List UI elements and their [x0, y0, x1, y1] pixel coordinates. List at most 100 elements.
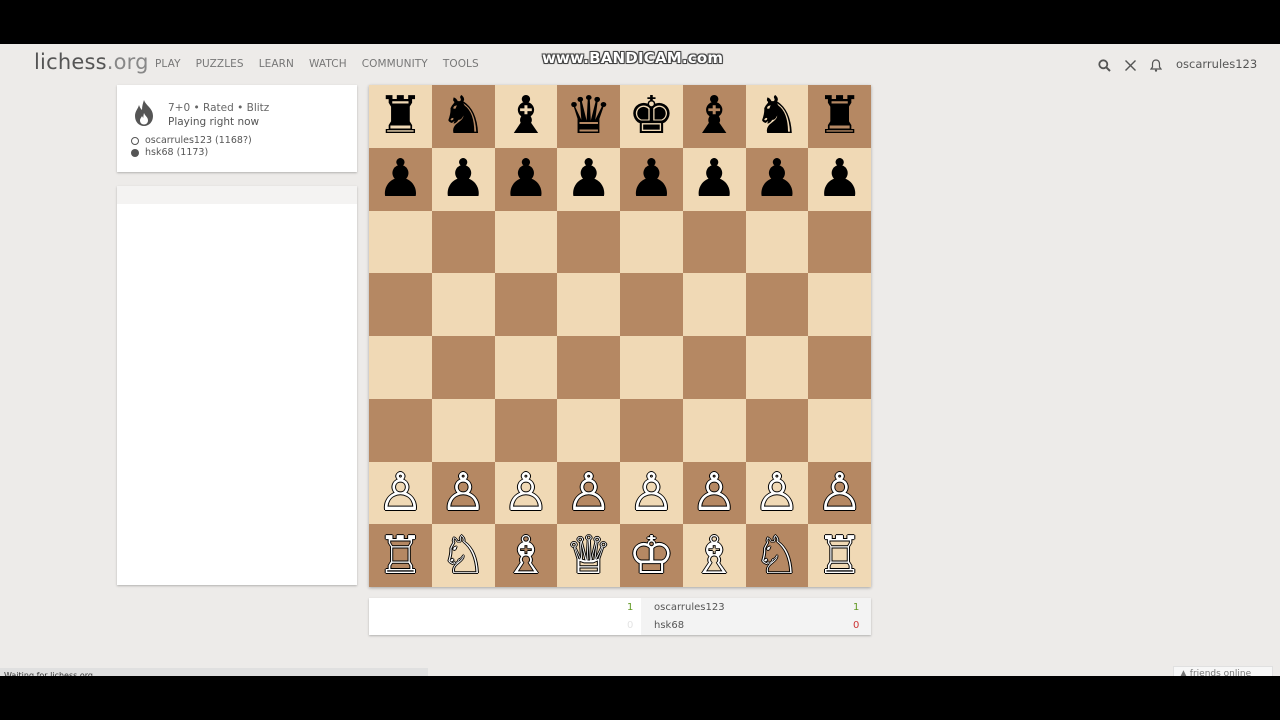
square-e2[interactable]: ♙ [620, 461, 683, 525]
square-h6[interactable] [808, 210, 871, 274]
chess-board[interactable]: ♜ ♞ ♝ ♛ ♚ ♝ ♞ ♜ ♟ ♟ ♟ ♟ ♟ ♟ ♟ ♟ ♙ ♙ ♙ ♙ ♙ ♙ ♙ ♙ ♖ ♘ ♗ ♕ ♔ ♗ ♘ ♖ [369, 85, 871, 587]
black-piece[interactable]: ♝ [691, 90, 738, 142]
square-b5[interactable] [431, 273, 495, 336]
white-piece[interactable]: ♕ [565, 530, 612, 582]
square-c8[interactable]: ♝ [494, 85, 558, 148]
square-d8[interactable]: ♛ [557, 85, 620, 148]
nav-play[interactable]: PLAY [155, 58, 181, 70]
white-piece[interactable]: ♘ [754, 530, 801, 582]
square-c2[interactable]: ♙ [494, 461, 558, 525]
lichess-logo[interactable]: lichess.org [34, 50, 149, 74]
square-g6[interactable] [745, 210, 809, 274]
square-d5[interactable] [557, 273, 620, 336]
black-piece[interactable]: ♟ [565, 153, 612, 205]
black-piece[interactable]: ♞ [754, 90, 801, 142]
square-a5[interactable] [369, 273, 432, 336]
square-g3[interactable] [745, 398, 809, 462]
square-f4[interactable] [682, 336, 746, 399]
white-piece[interactable]: ♖ [816, 530, 863, 582]
score-player-1[interactable]: oscarrules123 [654, 602, 725, 613]
search-icon[interactable] [1096, 57, 1112, 73]
black-piece[interactable]: ♟ [628, 153, 675, 205]
square-g8[interactable]: ♞ [745, 85, 809, 148]
square-a8[interactable]: ♜ [369, 85, 432, 148]
black-piece[interactable]: ♝ [503, 90, 550, 142]
square-e4[interactable] [620, 336, 683, 399]
black-piece[interactable]: ♜ [816, 90, 863, 142]
white-piece[interactable]: ♙ [503, 467, 550, 519]
square-c5[interactable] [494, 273, 558, 336]
square-g7[interactable]: ♟ [745, 147, 809, 211]
black-piece[interactable]: ♛ [565, 90, 612, 142]
black-piece[interactable]: ♟ [754, 153, 801, 205]
square-f3[interactable] [682, 398, 746, 462]
square-b4[interactable] [431, 336, 495, 399]
square-b6[interactable] [431, 210, 495, 274]
square-c4[interactable] [494, 336, 558, 399]
square-a4[interactable] [369, 336, 432, 399]
square-b2[interactable]: ♙ [431, 461, 495, 525]
black-piece[interactable]: ♟ [691, 153, 738, 205]
square-g5[interactable] [745, 273, 809, 336]
square-a2[interactable]: ♙ [369, 461, 432, 525]
square-e1[interactable]: ♔ [620, 524, 683, 587]
white-piece[interactable]: ♖ [377, 530, 424, 582]
white-piece[interactable]: ♙ [377, 467, 424, 519]
square-d6[interactable] [557, 210, 620, 274]
square-h2[interactable]: ♙ [808, 461, 871, 525]
square-d1[interactable]: ♕ [557, 524, 620, 587]
black-piece[interactable]: ♜ [377, 90, 424, 142]
square-a7[interactable]: ♟ [369, 147, 432, 211]
nav-puzzles[interactable]: PUZZLES [196, 58, 244, 70]
square-h3[interactable] [808, 398, 871, 462]
square-h8[interactable]: ♜ [808, 85, 871, 148]
square-f1[interactable]: ♗ [682, 524, 746, 587]
square-g1[interactable]: ♘ [745, 524, 809, 587]
player-white[interactable]: oscarrules123 (1168?) [131, 135, 252, 146]
square-f6[interactable] [682, 210, 746, 274]
white-piece[interactable]: ♗ [503, 530, 550, 582]
square-h1[interactable]: ♖ [808, 524, 871, 587]
square-f8[interactable]: ♝ [682, 85, 746, 148]
white-piece[interactable]: ♙ [628, 467, 675, 519]
square-f5[interactable] [682, 273, 746, 336]
black-piece[interactable]: ♞ [440, 90, 487, 142]
white-piece[interactable]: ♙ [565, 467, 612, 519]
square-h5[interactable] [808, 273, 871, 336]
square-d2[interactable]: ♙ [557, 461, 620, 525]
square-c3[interactable] [494, 398, 558, 462]
square-d4[interactable] [557, 336, 620, 399]
white-piece[interactable]: ♙ [691, 467, 738, 519]
black-piece[interactable]: ♟ [503, 153, 550, 205]
square-d7[interactable]: ♟ [557, 147, 620, 211]
square-f2[interactable]: ♙ [682, 461, 746, 525]
square-e8[interactable]: ♚ [620, 85, 683, 148]
black-piece[interactable]: ♚ [628, 90, 675, 142]
square-b1[interactable]: ♘ [431, 524, 495, 587]
square-e6[interactable] [620, 210, 683, 274]
swords-icon[interactable] [1122, 57, 1138, 73]
player-black[interactable]: hsk68 (1173) [131, 147, 208, 158]
nav-watch[interactable]: WATCH [309, 58, 347, 70]
square-d3[interactable] [557, 398, 620, 462]
white-piece[interactable]: ♙ [816, 467, 863, 519]
square-e3[interactable] [620, 398, 683, 462]
square-a3[interactable] [369, 398, 432, 462]
square-h7[interactable]: ♟ [808, 147, 871, 211]
white-piece[interactable]: ♙ [754, 467, 801, 519]
white-piece[interactable]: ♗ [691, 530, 738, 582]
nav-tools[interactable]: TOOLS [443, 58, 479, 70]
bell-icon[interactable] [1148, 57, 1164, 73]
square-e5[interactable] [620, 273, 683, 336]
square-a1[interactable]: ♖ [369, 524, 432, 587]
score-player-2[interactable]: hsk68 [654, 620, 684, 631]
square-f7[interactable]: ♟ [682, 147, 746, 211]
square-g2[interactable]: ♙ [745, 461, 809, 525]
nav-community[interactable]: COMMUNITY [362, 58, 428, 70]
friends-online-toggle[interactable]: ▲ friends online [1173, 666, 1273, 676]
square-a6[interactable] [369, 210, 432, 274]
black-piece[interactable]: ♟ [816, 153, 863, 205]
black-piece[interactable]: ♟ [377, 153, 424, 205]
square-b3[interactable] [431, 398, 495, 462]
square-b7[interactable]: ♟ [431, 147, 495, 211]
